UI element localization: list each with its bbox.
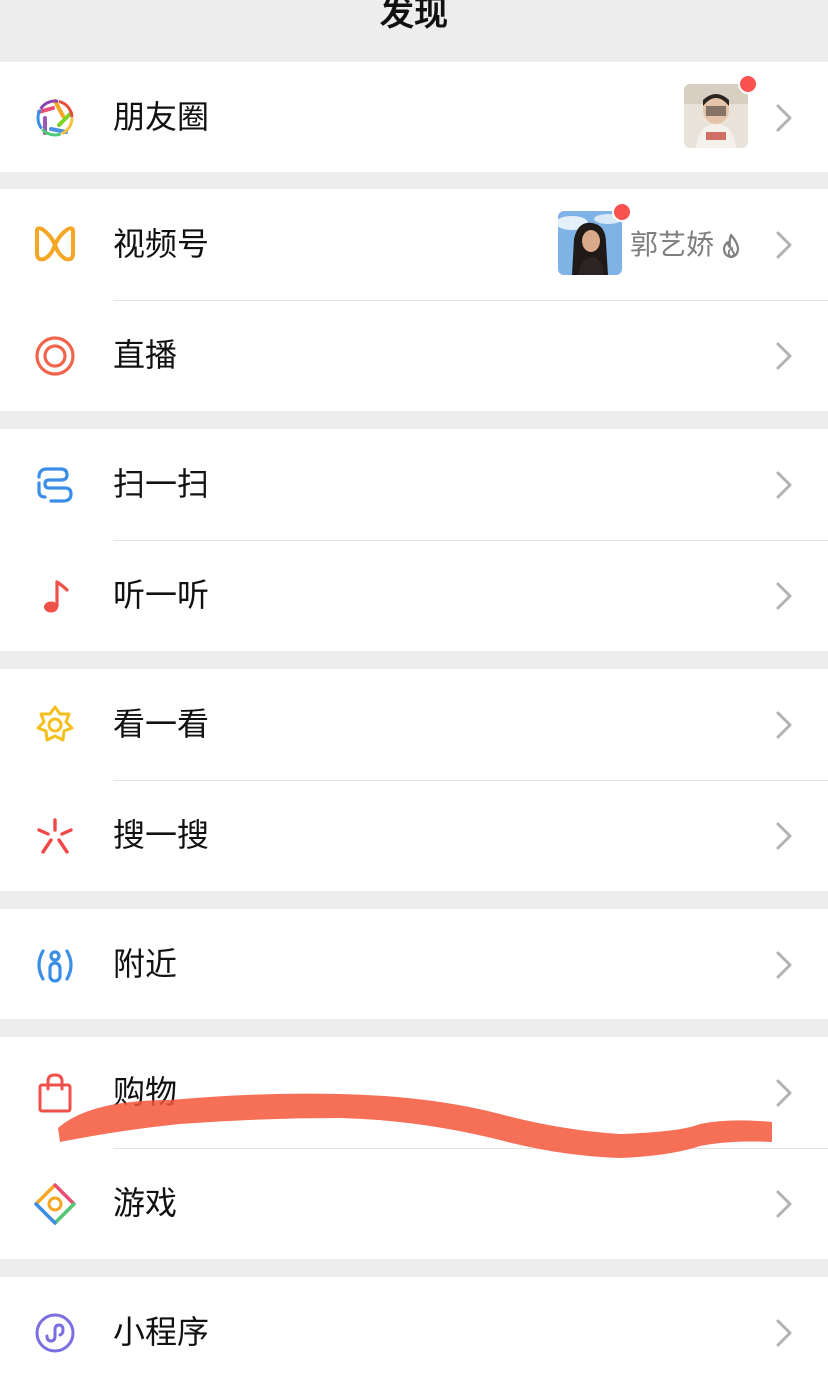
chevron-right-icon — [772, 229, 796, 261]
games-diamond-icon — [33, 1182, 77, 1226]
list-item-label: 搜一搜 — [113, 816, 210, 854]
page-title: 发现 — [380, 0, 448, 34]
row-divider — [113, 1148, 828, 1149]
list-item-top-stories[interactable]: 看一看 — [0, 669, 828, 779]
section-channels: 视频号 郭艺娇 直播 — [0, 189, 828, 411]
chevron-right-icon — [772, 340, 796, 372]
list-item-label: 游戏 — [113, 1184, 178, 1222]
list-item-listen[interactable]: 听一听 — [0, 540, 828, 650]
section-scan-listen: 扫一扫 听一听 — [0, 429, 828, 651]
list-item-label: 听一听 — [113, 576, 210, 614]
scan-icon — [33, 463, 77, 507]
chevron-right-icon — [772, 820, 796, 852]
list-item-games[interactable]: 游戏 — [0, 1148, 828, 1258]
top-stories-icon — [33, 703, 77, 747]
list-item-label: 看一看 — [113, 705, 210, 743]
shopping-bag-icon — [33, 1071, 77, 1115]
list-item-label: 附近 — [113, 945, 178, 983]
list-item-mini-programs[interactable]: 小程序 — [0, 1277, 828, 1387]
chevron-right-icon — [772, 1317, 796, 1349]
section-nearby: 附近 — [0, 909, 828, 1019]
channels-author-avatar — [558, 211, 622, 275]
row-divider — [113, 540, 828, 541]
list-item-label: 购物 — [113, 1073, 178, 1111]
list-item-label: 视频号 — [113, 225, 210, 263]
moments-aperture-icon — [33, 96, 77, 140]
section-shop-games: 购物 游戏 — [0, 1037, 828, 1259]
list-item-label: 扫一扫 — [113, 465, 210, 503]
list-item-live[interactable]: 直播 — [0, 300, 828, 410]
live-broadcast-icon — [33, 334, 77, 378]
list-item-search[interactable]: 搜一搜 — [0, 780, 828, 890]
section-mini-programs: 小程序 — [0, 1277, 828, 1387]
chevron-right-icon — [772, 1188, 796, 1220]
list-item-label: 朋友圈 — [113, 98, 210, 136]
list-item-moments[interactable]: 朋友圈 — [0, 62, 828, 172]
chevron-right-icon — [772, 580, 796, 612]
chevron-right-icon — [772, 102, 796, 134]
music-note-icon — [33, 574, 77, 618]
nearby-icon — [33, 943, 77, 987]
unread-dot — [738, 74, 758, 94]
chevron-right-icon — [772, 469, 796, 501]
chevron-right-icon — [772, 949, 796, 981]
channels-author-name: 郭艺娇 — [630, 228, 715, 261]
list-item-label: 小程序 — [113, 1313, 210, 1351]
nav-bar: 发现 — [0, 0, 828, 60]
section-discover: 看一看 搜一搜 — [0, 669, 828, 891]
section-moments: 朋友圈 — [0, 62, 828, 172]
row-divider — [113, 780, 828, 781]
chevron-right-icon — [772, 709, 796, 741]
mini-programs-icon — [33, 1311, 77, 1355]
row-divider — [113, 300, 828, 301]
search-sparkle-icon — [33, 814, 77, 858]
moments-thumbnail — [684, 84, 748, 148]
list-item-nearby[interactable]: 附近 — [0, 909, 828, 1019]
unread-dot — [612, 202, 632, 222]
list-item-scan[interactable]: 扫一扫 — [0, 429, 828, 539]
list-item-channels[interactable]: 视频号 郭艺娇 — [0, 189, 828, 299]
list-item-label: 直播 — [113, 336, 178, 374]
chevron-right-icon — [772, 1077, 796, 1109]
list-item-shopping[interactable]: 购物 — [0, 1037, 828, 1147]
channels-butterfly-icon — [33, 223, 77, 267]
flame-icon — [719, 233, 743, 259]
